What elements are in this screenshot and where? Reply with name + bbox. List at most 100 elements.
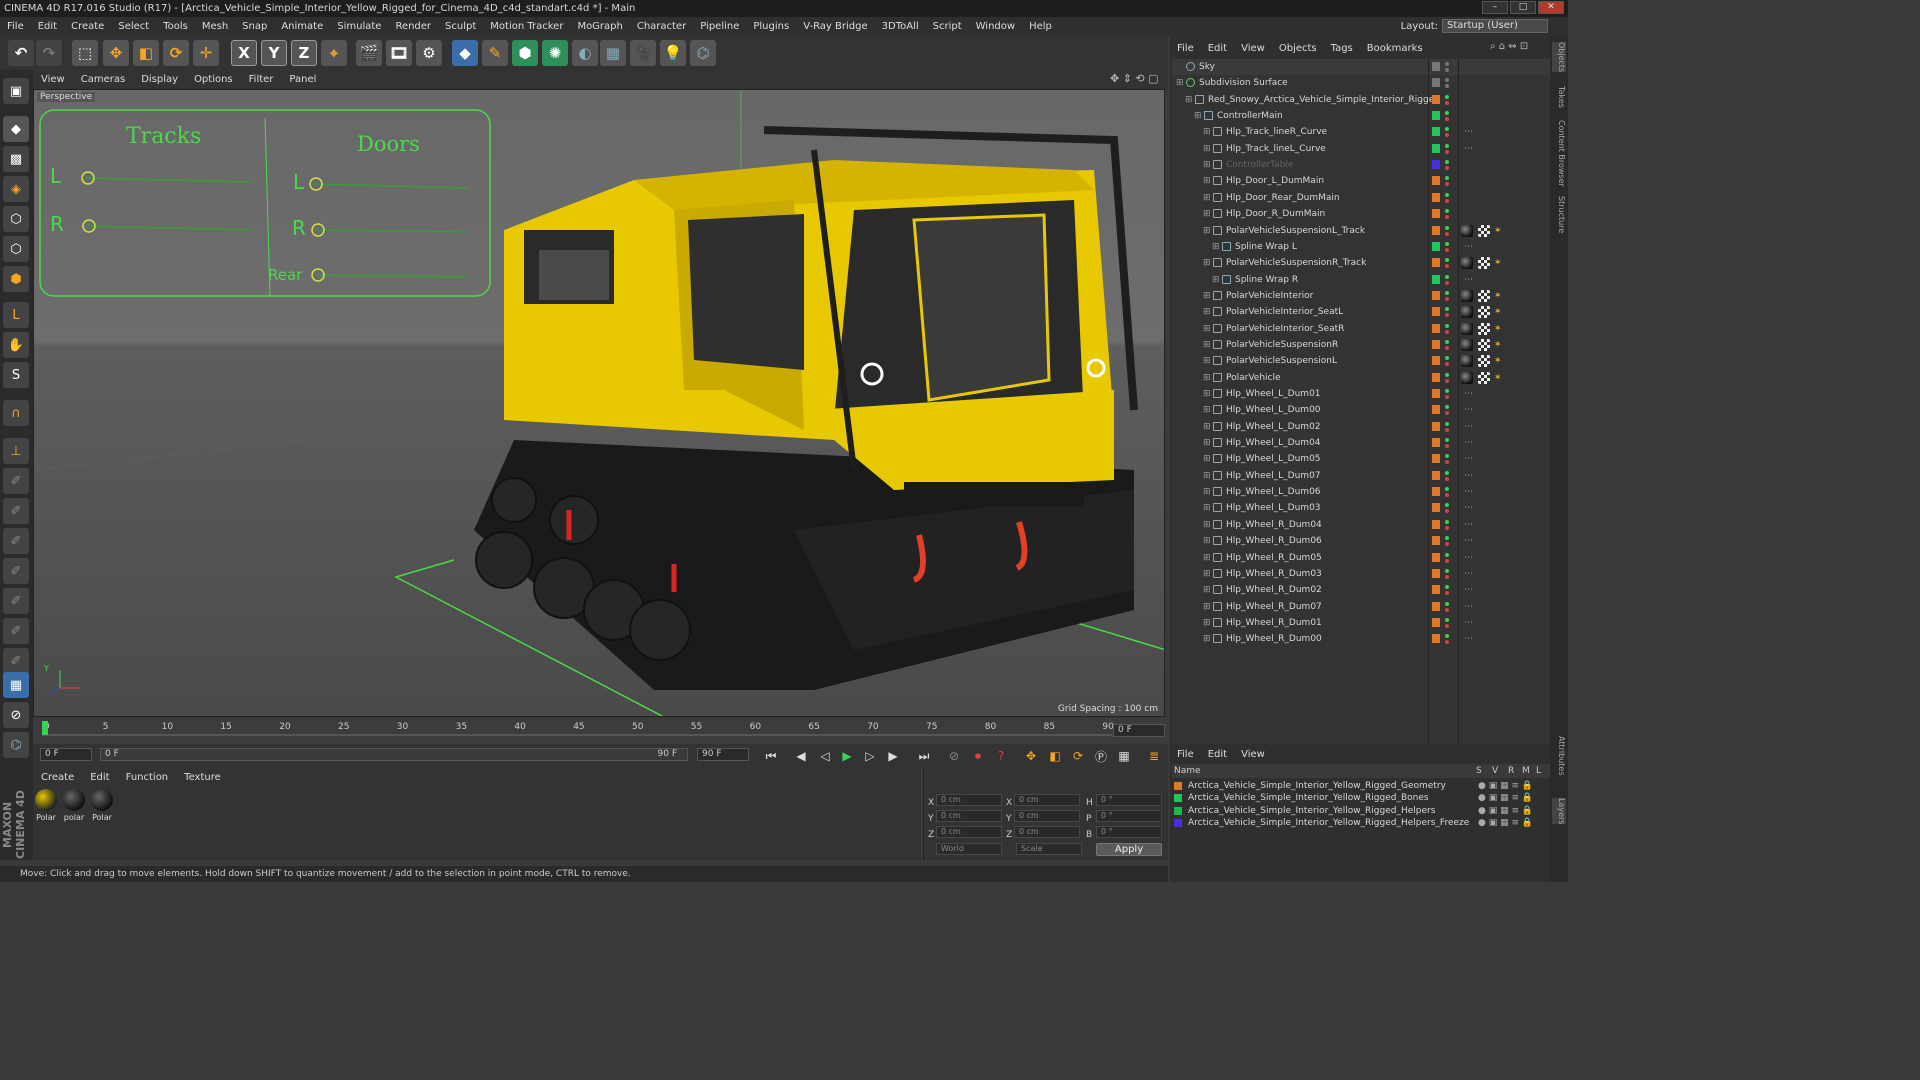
menu-tools[interactable]: Tools: [156, 21, 195, 32]
side-tab-objects[interactable]: Objects: [1552, 42, 1566, 73]
visibility-editor-dot[interactable]: [1445, 160, 1449, 165]
visibility-editor-dot[interactable]: [1445, 127, 1449, 132]
layer-color-swatch[interactable]: [1432, 160, 1440, 170]
grab-icon[interactable]: ✐: [3, 648, 29, 674]
texture-tag-icon[interactable]: [1478, 371, 1490, 384]
visibility-render-dot[interactable]: [1445, 395, 1449, 399]
expand-icon[interactable]: ⊞: [1203, 468, 1211, 484]
object-menu-bookmarks[interactable]: Bookmarks: [1360, 43, 1430, 54]
timeline-playhead[interactable]: [42, 721, 48, 735]
expand-icon[interactable]: ⊞: [1203, 599, 1211, 615]
next-frame-icon[interactable]: ▷: [861, 747, 879, 765]
layer-row[interactable]: Arctica_Vehicle_Simple_Interior_Yellow_R…: [1174, 780, 1533, 792]
visibility-render-dot[interactable]: [1445, 623, 1449, 628]
layer-color-swatch[interactable]: [1432, 307, 1440, 317]
minimize-button[interactable]: –: [1482, 1, 1508, 14]
coord-mode-dropdown[interactable]: World: [936, 843, 1002, 855]
magnet-icon[interactable]: ∩: [3, 400, 29, 426]
material-swatch[interactable]: Polar: [34, 789, 58, 825]
select-icon[interactable]: ⬚: [72, 40, 98, 66]
apply-button[interactable]: Apply: [1096, 843, 1162, 856]
menu-plugins[interactable]: Plugins: [746, 21, 796, 32]
spline-tag-icon[interactable]: ⋯: [1464, 239, 1473, 255]
menu-sculpt[interactable]: Sculpt: [438, 21, 483, 32]
expand-icon[interactable]: ⊞: [1203, 157, 1211, 173]
layer-color-swatch[interactable]: [1432, 536, 1440, 546]
side-tab-takes[interactable]: Takes: [1552, 86, 1566, 108]
script-icon[interactable]: ⌬: [3, 732, 29, 758]
object-row[interactable]: ⊞ PolarVehicleInterior_SeatL ✶: [1172, 304, 1550, 320]
range-slider[interactable]: 0 F 90 F: [100, 748, 688, 761]
pinch-icon[interactable]: ✐: [3, 618, 29, 644]
spline-tag-icon[interactable]: ⋯: [1464, 550, 1473, 566]
size-mode-dropdown[interactable]: Scale: [1016, 843, 1082, 855]
layer-color-swatch[interactable]: [1432, 585, 1440, 595]
visibility-render-dot[interactable]: [1445, 411, 1449, 416]
visibility-render-dot[interactable]: [1445, 215, 1449, 220]
layer-color-swatch[interactable]: [1432, 94, 1440, 104]
object-row[interactable]: ⊞ PolarVehicleSuspensionL ✶: [1172, 353, 1550, 369]
material-menu-edit[interactable]: Edit: [82, 770, 117, 786]
expand-icon[interactable]: ⊞: [1203, 321, 1211, 337]
y-axis-icon[interactable]: Y: [261, 40, 287, 66]
visibility-editor-dot[interactable]: [1445, 290, 1449, 295]
visibility-render-dot[interactable]: [1445, 378, 1449, 383]
points-mode-icon[interactable]: ⬡: [3, 206, 29, 232]
object-row[interactable]: ⊞ PolarVehicle ✶: [1172, 370, 1550, 386]
floor-icon[interactable]: ▦: [600, 40, 626, 66]
object-menu-objects[interactable]: Objects: [1272, 43, 1324, 54]
visibility-render-dot[interactable]: [1445, 362, 1449, 367]
object-row[interactable]: ⊞ Hlp_Wheel_R_Dum07 ⋯: [1172, 599, 1550, 615]
visibility-editor-dot[interactable]: [1445, 192, 1449, 197]
object-row[interactable]: ⊞ PolarVehicleInterior ✶: [1172, 288, 1550, 304]
visibility-editor-dot[interactable]: [1445, 111, 1449, 116]
menu-simulate[interactable]: Simulate: [330, 21, 388, 32]
layer-color-swatch[interactable]: [1432, 438, 1440, 448]
coordinate-system-icon[interactable]: ⌖: [321, 40, 347, 66]
spline-tag-icon[interactable]: ⋯: [1464, 272, 1473, 288]
expand-icon[interactable]: ⊞: [1203, 615, 1211, 631]
visibility-render-dot[interactable]: [1445, 231, 1449, 236]
layer-color-swatch[interactable]: [1432, 62, 1440, 71]
layer-color-swatch[interactable]: [1174, 794, 1182, 803]
tweak-icon[interactable]: ✋: [3, 332, 29, 358]
xpresso-tag-icon[interactable]: ✶: [1494, 223, 1502, 239]
expand-icon[interactable]: ⊞: [1203, 141, 1211, 157]
texture-tag-icon[interactable]: [1478, 355, 1490, 368]
layer-color-swatch[interactable]: [1432, 143, 1440, 153]
material-tag-icon[interactable]: [1461, 224, 1473, 237]
object-row[interactable]: ⊞ Hlp_Wheel_R_Dum02 ⋯: [1172, 582, 1550, 598]
size-y-field[interactable]: 0 cm: [1014, 810, 1080, 822]
object-row[interactable]: ⊞ PolarVehicleSuspensionR ✶: [1172, 337, 1550, 353]
material-swatch[interactable]: Polar: [90, 789, 114, 825]
layer-color-swatch[interactable]: [1432, 617, 1440, 627]
texture-tag-icon[interactable]: [1478, 289, 1490, 302]
workplane-icon[interactable]: ◈: [3, 176, 29, 202]
object-row[interactable]: ⊞ Hlp_Wheel_R_Dum06 ⋯: [1172, 533, 1550, 549]
menu-3dtoall[interactable]: 3DToAll: [875, 21, 926, 32]
object-row[interactable]: ⊞ Hlp_Door_L_DumMain: [1172, 173, 1550, 189]
xpresso-tag-icon[interactable]: ✶: [1494, 255, 1502, 271]
layer-row[interactable]: Arctica_Vehicle_Simple_Interior_Yellow_R…: [1174, 805, 1533, 817]
render-view-icon[interactable]: 🎬: [356, 40, 382, 66]
menu-file[interactable]: File: [0, 21, 31, 32]
expand-icon[interactable]: ⊞: [1203, 353, 1211, 369]
render-settings-icon[interactable]: ⚙: [416, 40, 442, 66]
object-row[interactable]: ⊞ Hlp_Track_lineR_Curve ⋯: [1172, 124, 1550, 140]
spline-tag-icon[interactable]: ⋯: [1464, 141, 1473, 157]
layer-color-swatch[interactable]: [1432, 601, 1440, 611]
expand-icon[interactable]: ⊞: [1203, 206, 1211, 222]
menu-pipeline[interactable]: Pipeline: [693, 21, 746, 32]
play-icon[interactable]: ▶: [838, 747, 856, 765]
material-tag-icon[interactable]: [1461, 257, 1473, 270]
layer-color-swatch[interactable]: [1432, 356, 1440, 366]
viewport-menu-filter[interactable]: Filter: [241, 74, 282, 85]
object-manager-tools-icons[interactable]: ⌕ ⌂ ⇔ ⊡: [1490, 41, 1528, 52]
layer-color-swatch[interactable]: [1432, 405, 1440, 415]
texture-tag-icon[interactable]: [1478, 338, 1490, 351]
object-row[interactable]: ⊞ Hlp_Door_R_DumMain: [1172, 206, 1550, 222]
visibility-render-dot[interactable]: [1445, 166, 1449, 171]
xpresso-tag-icon[interactable]: ✶: [1494, 288, 1502, 304]
layer-color-swatch[interactable]: [1432, 176, 1440, 186]
spline-tag-icon[interactable]: ⋯: [1464, 386, 1473, 402]
